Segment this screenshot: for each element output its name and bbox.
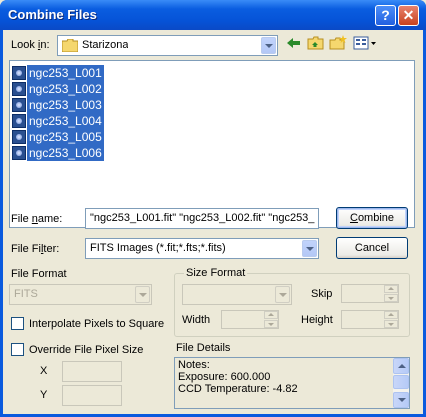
chevron-down-icon (275, 286, 290, 303)
list-item[interactable]: ngc253_L003 (12, 97, 104, 113)
list-item[interactable]: ngc253_L004 (12, 113, 104, 129)
look-in-label: Look in: (11, 39, 50, 51)
file-list[interactable]: ngc253_L001 ngc253_L002 ngc253_L003 ngc2… (9, 60, 415, 228)
file-filter-value: FITS Images (*.fit;*.fts;*.fits) (90, 242, 226, 254)
list-item[interactable]: ngc253_L005 (12, 129, 104, 145)
file-name: ngc253_L006 (27, 145, 104, 161)
x-size-input[interactable] (62, 361, 122, 382)
height-spinner[interactable] (341, 310, 399, 329)
override-checkbox[interactable] (11, 343, 24, 356)
scroll-up-icon[interactable] (393, 358, 409, 374)
size-format-combo[interactable] (182, 284, 292, 305)
fits-file-icon (12, 114, 26, 128)
width-spinner[interactable] (221, 310, 279, 329)
fits-file-icon (12, 146, 26, 160)
skip-spinner[interactable] (341, 284, 399, 303)
y-label: Y (40, 389, 48, 401)
up-folder-icon[interactable] (307, 35, 325, 51)
new-folder-icon[interactable] (329, 35, 347, 51)
file-name: ngc253_L004 (27, 113, 104, 129)
file-format-label: File Format (11, 268, 67, 280)
chevron-down-icon[interactable] (261, 37, 276, 54)
spin-up-icon[interactable] (384, 285, 398, 293)
file-format-combo[interactable]: FITS (9, 284, 152, 305)
help-button[interactable]: ? (375, 5, 396, 26)
file-filter-combo[interactable]: FITS Images (*.fit;*.fts;*.fits) (85, 238, 319, 259)
list-item[interactable]: ngc253_L006 (12, 145, 104, 161)
chevron-down-icon[interactable] (302, 240, 317, 257)
details-notes: Notes: (178, 359, 210, 371)
spin-up-icon[interactable] (384, 311, 398, 319)
fits-file-icon (12, 98, 26, 112)
x-label: X (40, 365, 48, 377)
size-format-label: Size Format (184, 267, 248, 279)
fits-file-icon (12, 82, 26, 96)
skip-label: Skip (311, 288, 333, 300)
list-item[interactable]: ngc253_L001 (12, 65, 104, 81)
combine-files-dialog: Combine Files ? ✕ Look in: Starizona ngc… (0, 0, 426, 417)
list-item[interactable]: ngc253_L002 (12, 81, 104, 97)
file-name-input[interactable]: "ngc253_L001.fit" "ngc253_L002.fit" "ngc… (85, 208, 319, 229)
look-in-value: Starizona (82, 39, 129, 51)
dialog-body: Look in: Starizona ngc253_L001 ngc253_L0… (3, 30, 423, 414)
scroll-down-icon[interactable] (393, 392, 409, 408)
file-filter-label: File Filter: (11, 243, 60, 255)
file-details-label: File Details (176, 342, 231, 354)
close-button[interactable]: ✕ (398, 5, 419, 26)
file-details-box[interactable]: Notes: Exposure: 600.000 CCD Temperature… (174, 357, 410, 409)
spin-up-icon[interactable] (264, 311, 278, 319)
view-menu-icon[interactable] (353, 35, 377, 51)
file-format-value: FITS (14, 288, 38, 300)
window-title: Combine Files (8, 7, 97, 22)
chevron-down-icon (135, 286, 150, 303)
spin-down-icon[interactable] (264, 320, 278, 328)
interpolate-label: Interpolate Pixels to Square (29, 318, 165, 330)
combine-button[interactable]: Combine (336, 207, 408, 229)
file-name: ngc253_L005 (27, 129, 104, 145)
folder-icon (62, 39, 78, 52)
cancel-button[interactable]: Cancel (336, 237, 408, 259)
spin-down-icon[interactable] (384, 320, 398, 328)
title-bar[interactable]: Combine Files ? ✕ (0, 0, 426, 30)
y-size-input[interactable] (62, 385, 122, 406)
file-name-value: "ngc253_L001.fit" "ngc253_L002.fit" "ngc… (90, 212, 315, 224)
fits-file-icon (12, 66, 26, 80)
file-name: ngc253_L002 (27, 81, 104, 97)
file-name: ngc253_L003 (27, 97, 104, 113)
help-icon: ? (381, 7, 390, 23)
width-label: Width (182, 314, 211, 326)
spin-down-icon[interactable] (384, 294, 398, 302)
interpolate-checkbox[interactable] (11, 317, 24, 330)
height-label: Height (301, 314, 333, 326)
override-label: Override File Pixel Size (29, 344, 144, 356)
details-ccd-temp: CCD Temperature: -4.82 (178, 383, 298, 395)
file-name-label: File name: (11, 213, 63, 225)
look-in-combo[interactable]: Starizona (57, 35, 278, 56)
scroll-thumb[interactable] (393, 375, 409, 389)
fits-file-icon (12, 130, 26, 144)
details-scrollbar[interactable] (393, 358, 409, 408)
file-name: ngc253_L001 (27, 65, 104, 81)
details-exposure: Exposure: 600.000 (178, 371, 271, 383)
back-arrow-icon[interactable] (285, 35, 303, 51)
close-icon: ✕ (402, 7, 415, 23)
